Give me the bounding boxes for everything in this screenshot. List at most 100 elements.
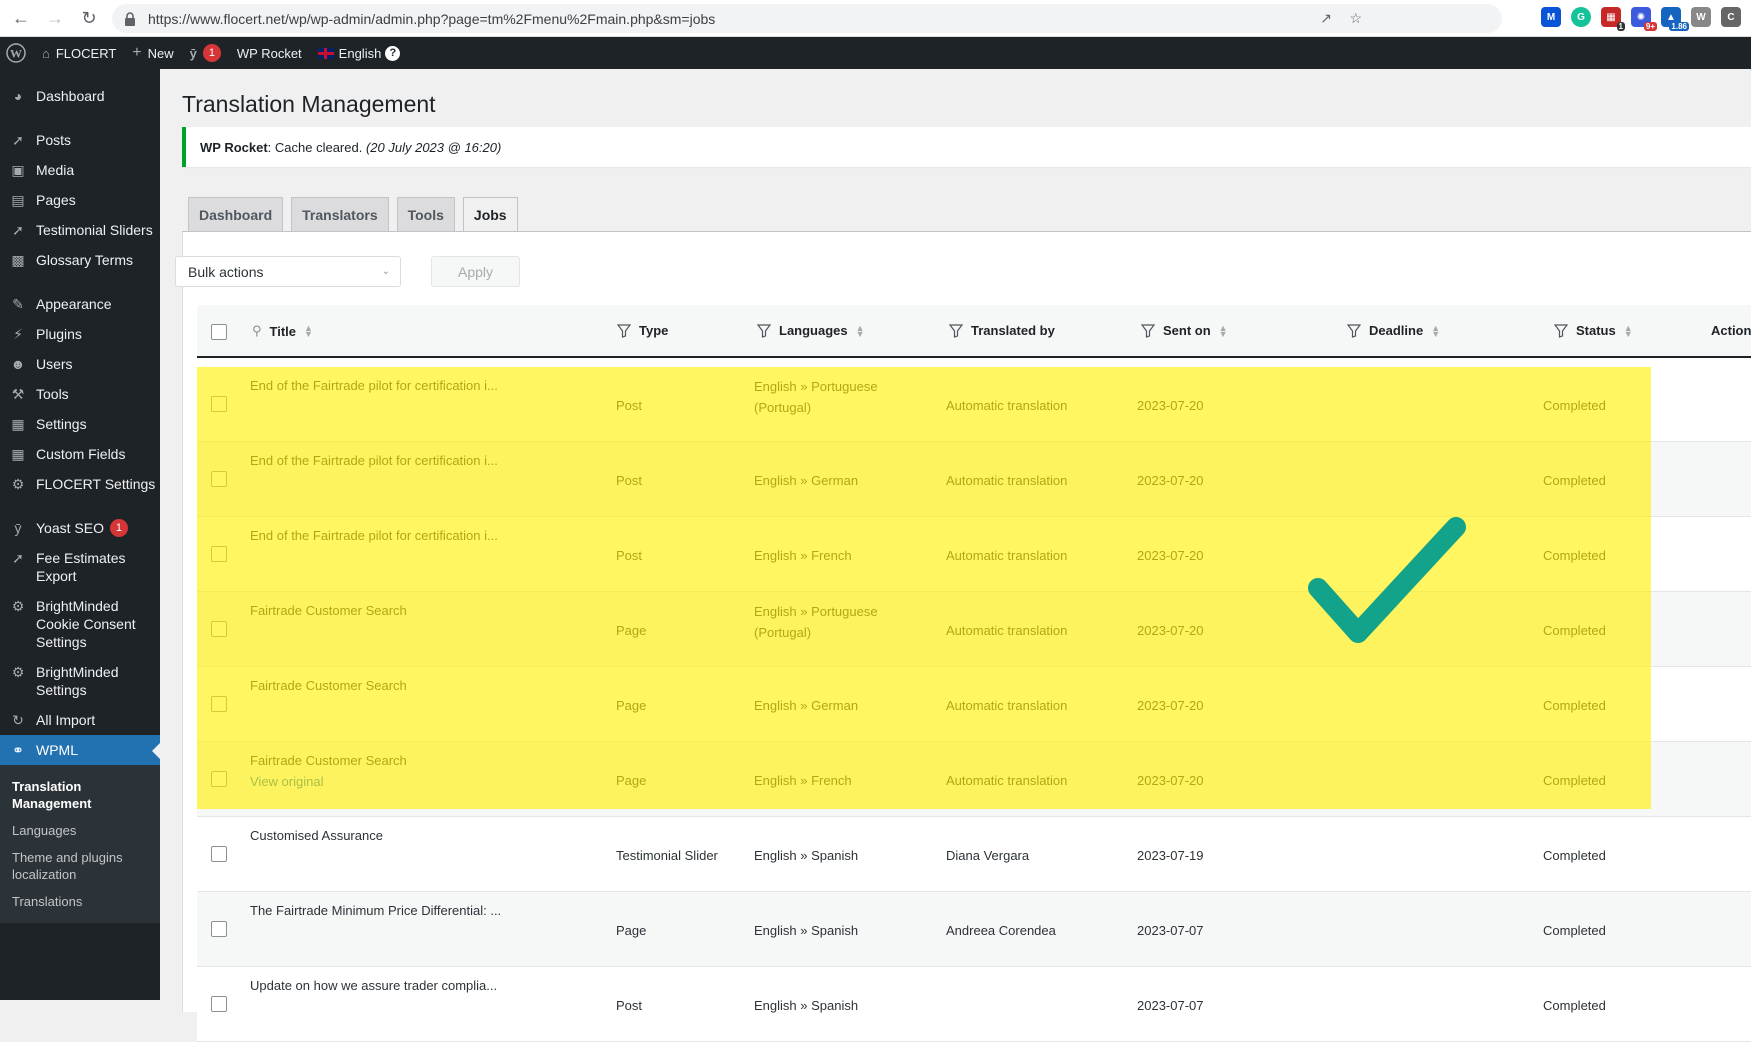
yoast-icon: ȳ	[14, 520, 22, 536]
sidebar-item-users[interactable]: ☻ Users	[0, 349, 160, 379]
row-checkbox[interactable]	[211, 921, 227, 937]
row-checkbox[interactable]	[211, 996, 227, 1012]
sidebar-item-posts[interactable]: ➚ Posts	[0, 125, 160, 155]
wp-rocket-link[interactable]: WP Rocket	[229, 37, 310, 69]
hat-ext-icon[interactable]: ▲ 1.86	[1661, 7, 1689, 31]
sidebar-item-label: All Import	[36, 712, 96, 728]
row-checkbox[interactable]	[211, 846, 227, 862]
apply-button[interactable]: Apply	[431, 256, 520, 287]
job-title-link[interactable]: End of the Fairtrade pilot for certifica…	[250, 450, 580, 471]
forward-icon[interactable]: →	[42, 5, 68, 31]
job-title-link[interactable]: The Fairtrade Minimum Price Differential…	[250, 900, 580, 921]
bookmark-star-icon[interactable]: ☆	[1349, 10, 1362, 27]
search-icon[interactable]: ⚲	[252, 323, 262, 339]
job-title-link[interactable]: Customised Assurance	[250, 825, 580, 846]
sort-icon[interactable]: ▲ ▼	[1624, 323, 1633, 338]
sidebar-item-pages[interactable]: ▤ Pages	[0, 185, 160, 215]
row-checkbox[interactable]	[211, 546, 227, 562]
submenu-translation-management[interactable]: Translation Management	[0, 773, 160, 817]
job-title-link[interactable]: Fairtrade Customer Search	[250, 750, 580, 771]
sidebar-item-yoast-seo[interactable]: ȳ Yoast SEO 1	[0, 513, 160, 543]
tab-translators[interactable]: Translators	[291, 197, 389, 231]
filter-icon[interactable]	[1140, 323, 1156, 338]
sort-icon[interactable]: ▲ ▼	[304, 324, 313, 339]
reload-icon[interactable]: ↻	[76, 5, 102, 31]
sidebar-item-media[interactable]: ▣ Media	[0, 155, 160, 185]
sidebar-item-label: Plugins	[36, 326, 82, 342]
sidebar-item-custom-fields[interactable]: ▦ Custom Fields	[0, 439, 160, 469]
sidebar-item-wpml[interactable]: ⚭ WPML	[0, 735, 160, 765]
bulk-actions-select[interactable]: Bulk actions ⌄	[175, 256, 401, 287]
address-bar[interactable]: https://www.flocert.net/wp/wp-admin/admi…	[112, 4, 1502, 33]
column-title[interactable]: ⚲ Title ▲ ▼	[252, 323, 313, 339]
filter-icon[interactable]	[1346, 323, 1362, 338]
submenu-translations[interactable]: Translations	[0, 888, 160, 915]
calendar-ext-icon[interactable]: ▦ 1	[1601, 7, 1625, 31]
job-title-cell: Update on how we assure trader complia..…	[250, 975, 580, 996]
job-languages-cell: English » French	[754, 770, 924, 791]
sidebar-item-cookie-consent[interactable]: ⚙ BrightMinded Cookie Consent Settings	[0, 591, 160, 657]
new-content-link[interactable]: + New	[124, 37, 181, 69]
sidebar-item-appearance[interactable]: ✎ Appearance	[0, 289, 160, 319]
sidebar-item-label: Media	[36, 162, 75, 178]
sidebar-item-glossary-terms[interactable]: ▩ Glossary Terms	[0, 245, 160, 275]
select-all-checkbox[interactable]	[211, 324, 227, 340]
sidebar-item-tools[interactable]: ⚒ Tools	[0, 379, 160, 409]
grammarly-icon[interactable]: G	[1571, 7, 1591, 27]
filter-icon[interactable]	[616, 323, 632, 338]
job-title-link[interactable]: End of the Fairtrade pilot for certifica…	[250, 375, 580, 396]
sidebar-item-plugins[interactable]: ⚡ Plugins	[0, 319, 160, 349]
sidebar-item-settings[interactable]: ▦ Settings	[0, 409, 160, 439]
filter-icon[interactable]	[948, 323, 964, 338]
w-ext-icon[interactable]: W	[1691, 7, 1711, 27]
job-title-link[interactable]: Fairtrade Customer Search	[250, 675, 580, 696]
column-status[interactable]: Status ▲ ▼	[1553, 323, 1633, 338]
share-icon[interactable]: ↗	[1320, 10, 1332, 27]
sidebar-item-brightminded-settings[interactable]: ⚙ BrightMinded Settings	[0, 657, 160, 705]
job-languages-cell: English » Portuguese (Portugal)	[754, 601, 924, 643]
wordpress-logo-icon[interactable]: W	[0, 37, 34, 69]
job-title-link[interactable]: Update on how we assure trader complia..…	[250, 975, 580, 996]
submenu-languages[interactable]: Languages	[0, 817, 160, 844]
table-row: Fairtrade Customer Search Page English » P…	[197, 592, 1751, 667]
view-original-link[interactable]: View original	[250, 771, 580, 792]
submenu-theme-plugins-localization[interactable]: Theme and plugins localization	[0, 844, 160, 888]
tab-jobs[interactable]: Jobs	[462, 197, 518, 232]
column-type[interactable]: Type	[616, 323, 668, 338]
job-status-cell: Completed	[1543, 773, 1606, 788]
row-checkbox[interactable]	[211, 621, 227, 637]
sort-icon[interactable]: ▲ ▼	[1219, 323, 1228, 338]
site-name-link[interactable]: ⌂ FLOCERT	[34, 37, 124, 69]
column-translated-by[interactable]: Translated by	[948, 323, 1055, 338]
column-languages[interactable]: Languages ▲ ▼	[756, 323, 865, 338]
c-ext-icon[interactable]: C	[1721, 7, 1741, 27]
row-checkbox[interactable]	[211, 696, 227, 712]
yoast-adminbar-link[interactable]: ȳ 1	[182, 37, 229, 69]
job-title-link[interactable]: End of the Fairtrade pilot for certifica…	[250, 525, 580, 546]
sort-icon[interactable]: ▲ ▼	[1431, 323, 1440, 338]
sidebar-item-testimonial-sliders[interactable]: ➚ Testimonial Sliders	[0, 215, 160, 245]
job-sent-on-cell: 2023-07-20	[1137, 623, 1204, 638]
malwarebytes-icon[interactable]: M	[1541, 7, 1561, 27]
language-switcher[interactable]: English ?	[310, 37, 409, 69]
row-checkbox[interactable]	[211, 396, 227, 412]
column-deadline[interactable]: Deadline ▲ ▼	[1346, 323, 1440, 338]
gear-icon: ⚙	[11, 476, 25, 492]
job-title-link[interactable]: Fairtrade Customer Search	[250, 600, 580, 621]
sidebar-item-all-import[interactable]: ↻ All Import	[0, 705, 160, 735]
filter-icon[interactable]	[1553, 323, 1569, 338]
sidebar-item-fee-estimates[interactable]: ➚ Fee Estimates Export	[0, 543, 160, 591]
row-checkbox[interactable]	[211, 771, 227, 787]
sidebar-item-flocert-settings[interactable]: ⚙ FLOCERT Settings	[0, 469, 160, 499]
back-icon[interactable]: ←	[8, 5, 34, 31]
help-icon[interactable]: ?	[385, 45, 401, 61]
gear-ext-icon[interactable]: ✺ 9+	[1631, 7, 1657, 31]
column-sent-on[interactable]: Sent on ▲ ▼	[1140, 323, 1228, 338]
sidebar-item-dashboard[interactable]: ◕ Dashboard	[0, 81, 160, 111]
tab-dashboard[interactable]: Dashboard	[188, 197, 284, 231]
tab-tools[interactable]: Tools	[396, 197, 455, 231]
filter-icon[interactable]	[756, 323, 772, 338]
row-checkbox[interactable]	[211, 471, 227, 487]
job-status-cell: Completed	[1543, 698, 1606, 713]
sort-icon[interactable]: ▲ ▼	[856, 323, 865, 338]
